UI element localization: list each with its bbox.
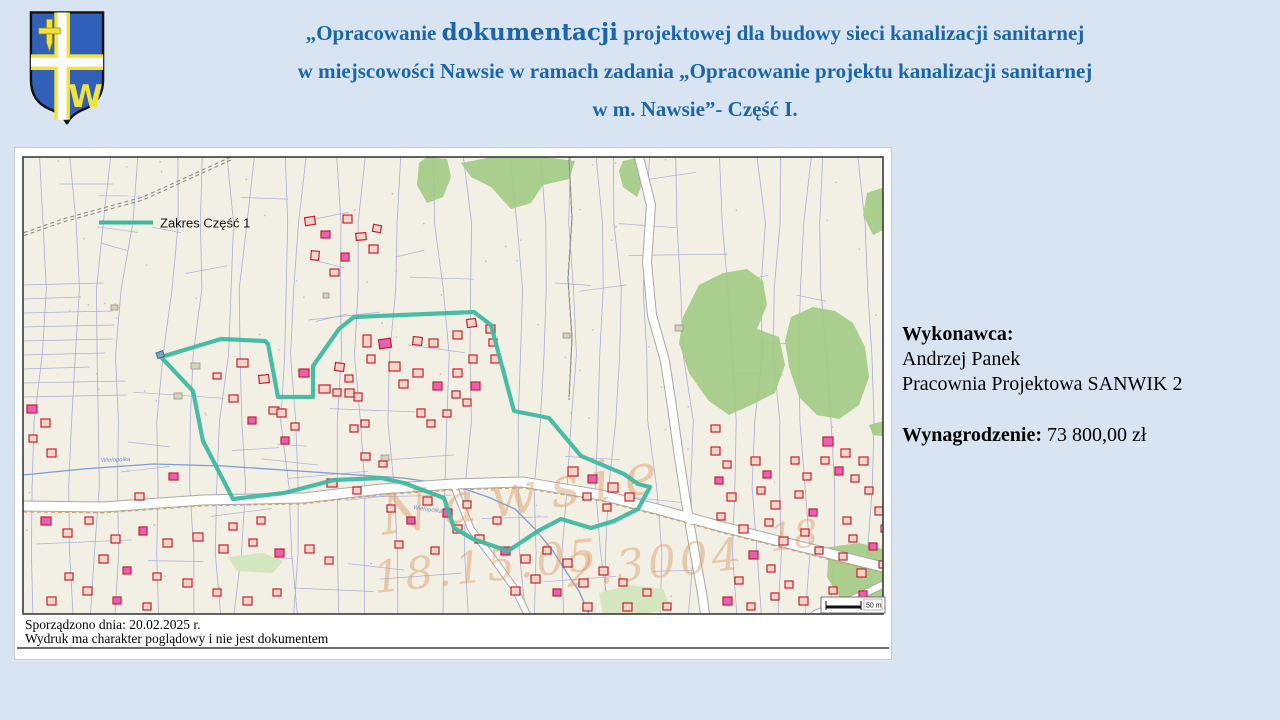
crest-letter: W <box>68 79 102 115</box>
title-line1-pre: „Opracowanie <box>306 21 442 45</box>
map-footer-disclaimer: Wydruk ma charakter poglądowy i nie jest… <box>25 631 329 646</box>
contractor-info: Wykonawca: Andrzej Panek Pracownia Proje… <box>902 322 1183 448</box>
payment-label: Wynagrodzenie: <box>902 424 1042 446</box>
map-footer-date: Sporządzono dnia: 20.02.2025 r. <box>25 617 200 632</box>
title-line1-emph: dokumentacji <box>442 19 618 46</box>
watermark-number-3: 18 <box>767 511 820 560</box>
payment-amount: 73 800,00 zł <box>1047 424 1146 446</box>
spacer <box>902 397 1183 423</box>
legend-label: Zakres Część 1 <box>160 216 250 231</box>
payment-line: Wynagrodzenie: 73 800,00 zł <box>902 423 1183 448</box>
title-line-2: w miejscowości Nawsie w ramach zadania „… <box>140 52 1250 90</box>
cadastral-map: Nawsie 18.15.05 2.3004 18 Wielopolka Wie… <box>15 148 891 659</box>
contractor-name: Andrzej Panek <box>902 347 1183 372</box>
contractor-label: Wykonawca: <box>902 322 1183 347</box>
title-line-1: „Opracowanie dokumentacji projektowej dl… <box>140 14 1250 52</box>
municipal-coat-of-arms: W <box>28 8 106 130</box>
map-panel: Nawsie 18.15.05 2.3004 18 Wielopolka Wie… <box>14 147 892 660</box>
scale-label: 50 m <box>866 603 882 610</box>
stream-name-label: Wielopolka <box>101 457 131 464</box>
title-line-3: w m. Nawsie”- Część I. <box>140 90 1250 128</box>
title-line1-post: projektowej dla budowy sieci kanalizacji… <box>618 21 1084 45</box>
announcement-slide: W „Opracowanie dokumentacji projektowej … <box>0 0 1280 720</box>
project-title: „Opracowanie dokumentacji projektowej dl… <box>140 14 1250 128</box>
map-scale-bar: 50 m <box>821 597 885 613</box>
contractor-company: Pracownia Projektowa SANWIK 2 <box>902 372 1183 397</box>
